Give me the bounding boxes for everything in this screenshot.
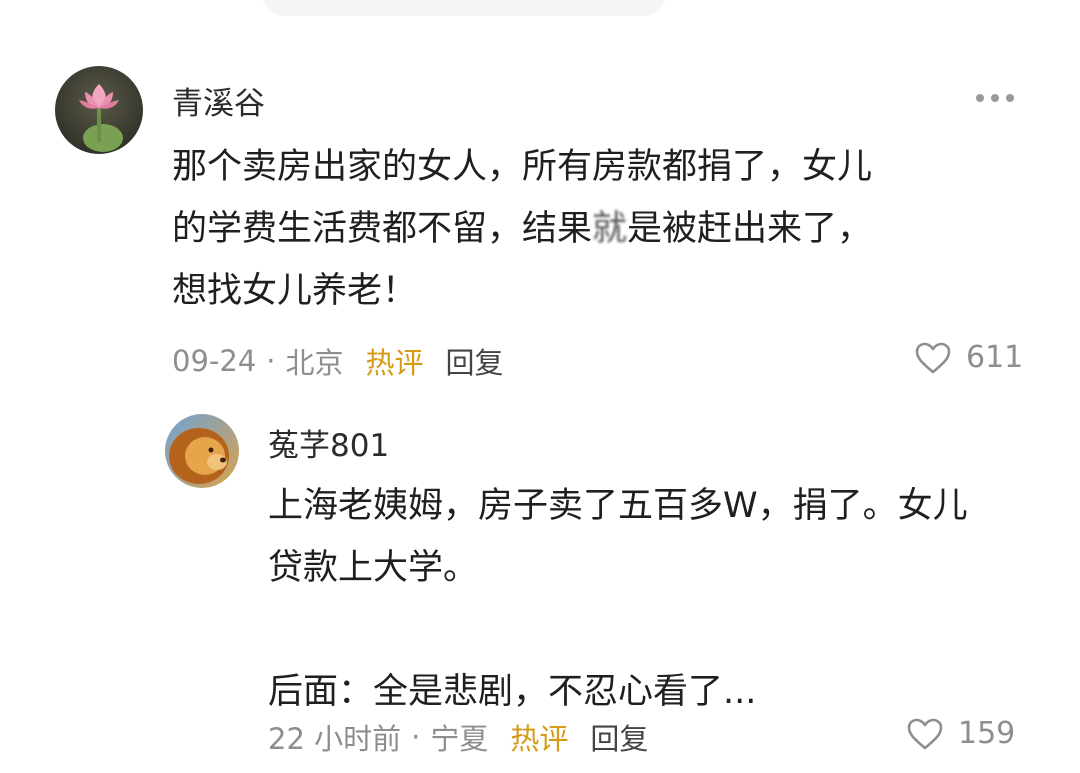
meta-separator: ·	[411, 720, 421, 754]
more-options-icon[interactable]	[976, 94, 1014, 102]
avatar[interactable]	[55, 66, 143, 154]
reply-button[interactable]: 回复	[446, 340, 504, 382]
lion-icon	[165, 414, 239, 488]
comment-line: 那个卖房出家的女人，所有房款都捐了，女儿	[172, 147, 873, 187]
comment-line	[268, 599, 968, 661]
hot-comment-badge: 热评	[510, 722, 569, 756]
comment-date: 09-24	[172, 344, 257, 378]
reply-button[interactable]: 回复	[590, 716, 648, 758]
comment-meta: 09-24 · 北京 热评 回复	[172, 340, 504, 382]
lotus-icon	[55, 66, 143, 154]
comment-line: 后面：全是悲剧，不忍心看了...	[268, 672, 757, 712]
like-count: 611	[966, 340, 1024, 375]
heart-icon	[907, 718, 943, 749]
like-count: 159	[958, 716, 1016, 751]
blurred-char: 就	[592, 209, 628, 249]
comment-date: 22 小时前	[268, 722, 402, 756]
top-input-bar[interactable]	[262, 0, 666, 16]
heart-icon	[915, 342, 951, 373]
username[interactable]: 青溪谷	[172, 78, 265, 123]
comment-line: 想找女儿养老！	[172, 271, 418, 311]
comment-location: 北京	[285, 346, 344, 380]
like-button[interactable]: 611	[914, 340, 1023, 375]
avatar[interactable]	[165, 414, 239, 488]
meta-separator: ·	[266, 344, 276, 378]
comment-meta: 22 小时前 · 宁夏 热评 回复	[268, 716, 648, 758]
comment-line: 上海老姨姆，房子卖了五百多W，捐了。女儿	[268, 486, 968, 526]
comment-location: 宁夏	[430, 722, 489, 756]
comment-line: 贷款上大学。	[268, 548, 479, 588]
comment-line: 的学费生活费都不留，结果就是被赶出来了，	[172, 209, 873, 249]
username[interactable]: 菟芓801	[268, 420, 389, 465]
comment-text: 上海老姨姆，房子卖了五百多W，捐了。女儿 贷款上大学。 后面：全是悲剧，不忍心看…	[268, 475, 968, 723]
like-button[interactable]: 159	[906, 716, 1015, 751]
hot-comment-badge: 热评	[365, 346, 424, 380]
comment-text: 那个卖房出家的女人，所有房款都捐了，女儿 的学费生活费都不留，结果就是被赶出来了…	[172, 136, 872, 322]
